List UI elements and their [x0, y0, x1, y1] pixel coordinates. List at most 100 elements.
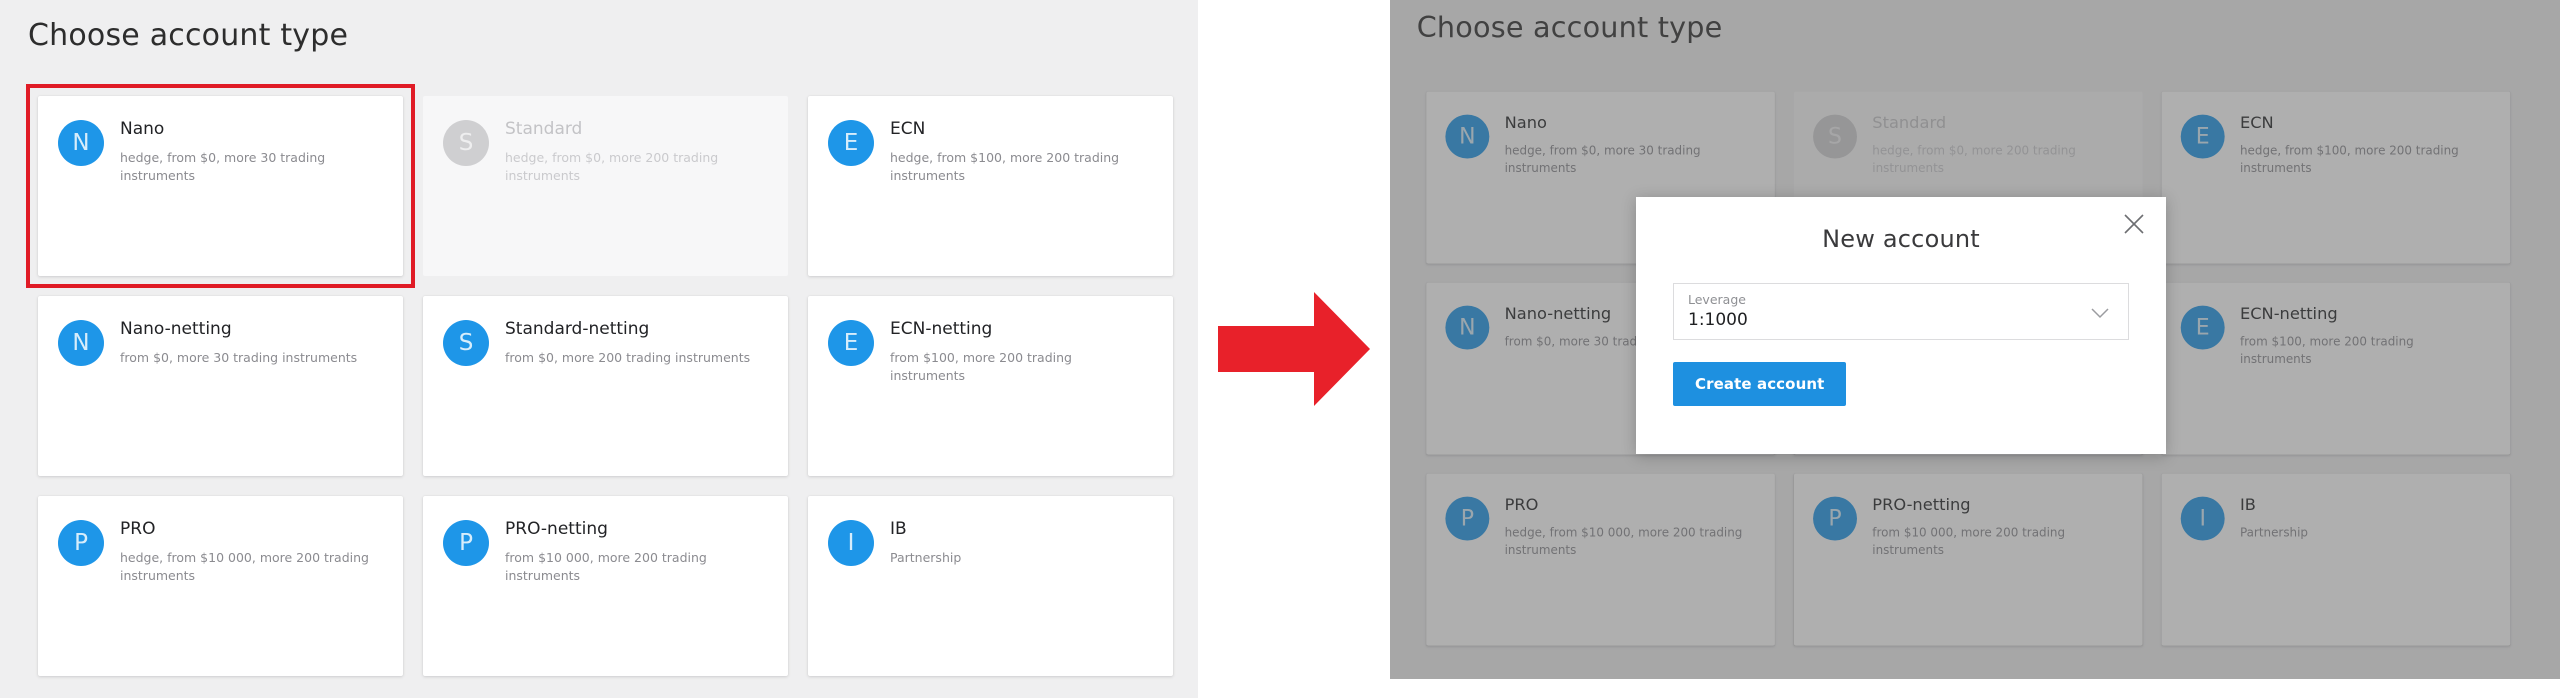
account-card-text: ECN-netting from $100, more 200 trading i…: [2240, 304, 2486, 368]
leverage-select[interactable]: Leverage 1:1000: [1673, 283, 2129, 340]
before-panel-content: Choose account type N Nano hedge, from $0,…: [0, 0, 1198, 698]
account-card-ecn-netting[interactable]: E ECN-netting from $100, more 200 trading …: [2161, 282, 2511, 455]
account-card-ecn[interactable]: E ECN hedge, from $100, more 200 trading i…: [808, 96, 1173, 276]
arrow-right-icon: [1218, 292, 1370, 406]
account-card-nano[interactable]: N Nano hedge, from $0, more 30 trading ins…: [38, 96, 403, 276]
account-avatar: E: [2180, 305, 2225, 350]
account-avatar: N: [58, 120, 104, 166]
account-avatar: E: [828, 120, 874, 166]
account-avatar: E: [2180, 114, 2225, 159]
account-card-ib[interactable]: I IB Partnership: [808, 496, 1173, 676]
account-card-description: from $100, more 200 trading instruments: [2239, 333, 2414, 366]
account-card-title: IB: [2239, 495, 2256, 515]
account-card-text: PRO hedge, from $10 000, more 200 trading…: [1505, 495, 1751, 559]
account-card-title: Nano: [120, 119, 165, 139]
account-card-description: hedge, from $100, more 200 trading instr…: [890, 149, 1120, 183]
account-card-slot: E ECN-netting from $100, more 200 trading …: [798, 286, 1183, 486]
transition-arrow-container: [1198, 0, 1390, 698]
account-card-description: hedge, from $0, more 200 trading instrum…: [505, 149, 719, 183]
account-card-standard-netting[interactable]: S Standard-netting from $0, more 200 tradi…: [423, 296, 788, 476]
account-card-title: PRO-netting: [1872, 495, 1971, 515]
account-card-slot: S Standard-netting from $0, more 200 tradi…: [413, 286, 798, 486]
account-card-description: hedge, from $100, more 200 trading instr…: [2239, 142, 2459, 175]
account-card-slot: I IB Partnership: [798, 486, 1183, 686]
account-card-title: IB: [890, 519, 907, 539]
account-card-title: ECN-netting: [2239, 304, 2338, 324]
account-avatar: P: [1445, 496, 1490, 541]
leverage-value: 1:1000: [1688, 310, 1748, 330]
account-card-slot: I IB Partnership: [2152, 464, 2520, 655]
account-card-slot: N Nano hedge, from $0, more 30 trading ins…: [26, 84, 415, 288]
account-avatar: I: [828, 520, 874, 566]
account-card-slot: P PRO hedge, from $10 000, more 200 tradin…: [28, 486, 413, 686]
account-card-text: PRO-netting from $10 000, more 200 tradin…: [505, 518, 763, 585]
account-card-title: ECN: [2239, 113, 2274, 133]
account-card-slot: E ECN hedge, from $100, more 200 trading i…: [2152, 82, 2520, 273]
account-card-slot: P PRO-netting from $10 000, more 200 tradi…: [1784, 464, 2152, 655]
screenshot-stage: Choose account type N Nano hedge, from $0,…: [0, 0, 2560, 698]
account-card-text: Nano hedge, from $0, more 30 trading inst…: [120, 118, 378, 185]
account-card-title: ECN: [890, 119, 926, 139]
account-avatar: N: [1445, 114, 1490, 159]
leverage-label: Leverage: [1688, 292, 1746, 307]
account-card-slot: S Standard hedge, from $0, more 200 tradin…: [413, 86, 798, 286]
account-card-description: from $10 000, more 200 trading instrumen…: [505, 549, 707, 583]
account-card-text: Standard hedge, from $0, more 200 trading…: [505, 118, 763, 185]
account-card-title: PRO: [120, 519, 156, 539]
account-card-description: from $10 000, more 200 trading instrumen…: [1872, 524, 2066, 557]
account-card-pro[interactable]: P PRO hedge, from $10 000, more 200 tradin…: [38, 496, 403, 676]
account-card-text: ECN hedge, from $100, more 200 trading in…: [890, 118, 1148, 185]
account-card-title: PRO: [1504, 495, 1539, 515]
account-card-title: Standard: [1872, 113, 1947, 133]
account-card-text: IB Partnership: [2240, 495, 2308, 541]
account-card-text: ECN hedge, from $100, more 200 trading in…: [2240, 113, 2486, 177]
account-card-slot: N Nano-netting from $0, more 30 trading in…: [28, 286, 413, 486]
account-card-description: Partnership: [2239, 524, 2309, 540]
account-card-description: hedge, from $0, more 30 trading instrume…: [120, 149, 326, 183]
account-card-title: Nano: [1504, 113, 1547, 133]
account-avatar: E: [828, 320, 874, 366]
account-avatar: P: [1813, 496, 1857, 541]
account-avatar: S: [1813, 114, 1857, 159]
new-account-modal: New account Leverage 1:1000 Create accou…: [1636, 197, 2166, 454]
account-card-pro[interactable]: P PRO hedge, from $10 000, more 200 tradin…: [1426, 473, 1775, 646]
account-card-standard: S Standard hedge, from $0, more 200 tradin…: [423, 96, 788, 276]
account-card-ib[interactable]: I IB Partnership: [2161, 473, 2511, 646]
account-card-pro-netting[interactable]: P PRO-netting from $10 000, more 200 tradi…: [423, 496, 788, 676]
account-card-description: from $0, more 200 trading instruments: [505, 349, 751, 365]
account-card-slot: P PRO hedge, from $10 000, more 200 tradin…: [1417, 464, 1785, 655]
account-card-text: Standard hedge, from $0, more 200 trading…: [1872, 113, 2118, 177]
account-card-title: Standard: [505, 119, 583, 139]
account-card-text: Nano hedge, from $0, more 30 trading inst…: [1505, 113, 1751, 177]
account-card-description: hedge, from $0, more 200 trading instrum…: [1872, 142, 2076, 175]
account-card-text: PRO-netting from $10 000, more 200 tradin…: [1872, 495, 2118, 559]
account-card-slot: E ECN hedge, from $100, more 200 trading i…: [798, 86, 1183, 286]
close-icon[interactable]: [2121, 211, 2147, 237]
close-icon-glyph: [2124, 214, 2144, 234]
account-card-description: Partnership: [890, 549, 962, 565]
account-card-text: Nano-netting from $0, more 30 trading ins…: [120, 318, 357, 367]
page-title-dimmed: Choose account type: [1416, 11, 1723, 45]
account-card-title: Standard-netting: [505, 319, 650, 339]
account-type-grid: N Nano hedge, from $0, more 30 trading ins…: [26, 84, 1183, 686]
account-card-title: ECN-netting: [890, 319, 993, 339]
account-card-description: hedge, from $0, more 30 trading instrume…: [1504, 142, 1701, 175]
account-card-nano-netting[interactable]: N Nano-netting from $0, more 30 trading in…: [38, 296, 403, 476]
account-card-text: PRO hedge, from $10 000, more 200 trading…: [120, 518, 378, 585]
page-title: Choose account type: [28, 18, 349, 53]
account-card-text: ECN-netting from $100, more 200 trading i…: [890, 318, 1148, 385]
before-panel: Choose account type N Nano hedge, from $0,…: [0, 0, 1198, 698]
account-card-title: Nano-netting: [120, 319, 232, 339]
create-account-button[interactable]: Create account: [1673, 362, 1847, 406]
account-card-title: PRO-netting: [505, 519, 608, 539]
account-avatar: P: [443, 520, 489, 566]
account-card-pro-netting[interactable]: P PRO-netting from $10 000, more 200 tradi…: [1793, 473, 2143, 646]
account-card-description: from $100, more 200 trading instruments: [890, 349, 1072, 383]
account-card-ecn-netting[interactable]: E ECN-netting from $100, more 200 trading …: [808, 296, 1173, 476]
account-avatar: I: [2180, 496, 2225, 541]
account-card-ecn[interactable]: E ECN hedge, from $100, more 200 trading i…: [2161, 91, 2511, 264]
account-avatar: S: [443, 120, 489, 166]
chevron-down-icon: [2091, 308, 2109, 319]
account-card-text: Standard-netting from $0, more 200 tradin…: [505, 318, 750, 367]
account-card-text: IB Partnership: [890, 518, 961, 567]
